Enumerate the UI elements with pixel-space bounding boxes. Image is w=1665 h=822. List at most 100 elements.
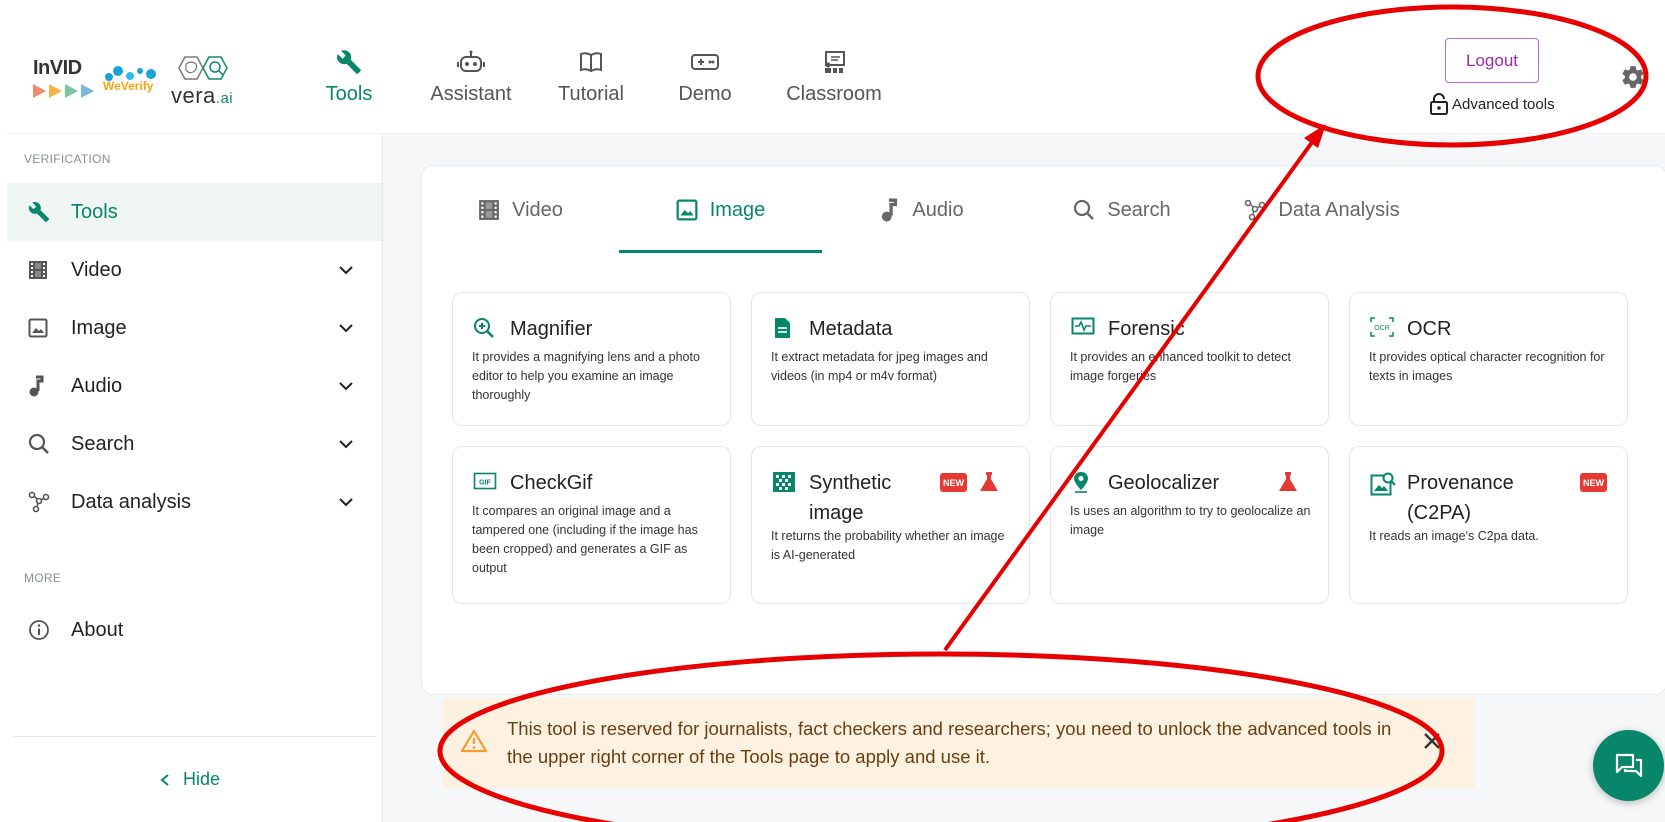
tab-video[interactable]: Video xyxy=(422,166,619,254)
tools-panel: Video Image Audio Search Data Analysis M… xyxy=(421,165,1665,695)
nav-tutorial-label: Tutorial xyxy=(558,83,624,105)
sidebar-item-label: Image xyxy=(71,316,127,339)
flask-icon xyxy=(1277,471,1299,498)
advanced-tools-link[interactable]: Advanced tools xyxy=(1429,93,1555,115)
tool-card-description: It extract metadata for jpeg images and … xyxy=(771,350,988,383)
tool-card-forensic[interactable]: Forensic It provides an enhanced toolkit… xyxy=(1050,292,1329,426)
music-note-icon xyxy=(7,375,59,397)
graph-icon xyxy=(7,491,59,513)
classroom-icon xyxy=(782,47,886,77)
sidebar-item-image[interactable]: Image xyxy=(7,299,382,357)
tool-card-ocr[interactable]: OCR OCR It provides optical character re… xyxy=(1349,292,1628,426)
nav-classroom-label: Classroom xyxy=(786,83,882,105)
image-icon xyxy=(7,318,59,338)
info-icon xyxy=(7,619,59,641)
advanced-tools-label: Advanced tools xyxy=(1452,95,1555,113)
new-badge: NEW xyxy=(940,473,967,492)
nav-tutorial[interactable]: Tutorial xyxy=(554,47,628,106)
music-note-icon xyxy=(882,198,898,222)
sidebar-item-tools[interactable]: Tools xyxy=(7,183,382,241)
tab-label: Audio xyxy=(912,198,964,221)
chevron-down-icon[interactable] xyxy=(338,493,354,516)
new-badge: NEW xyxy=(1580,473,1607,492)
active-tab-indicator xyxy=(619,250,822,253)
tab-audio[interactable]: Audio xyxy=(822,166,1022,254)
gear-icon[interactable] xyxy=(1620,64,1646,95)
nav-classroom[interactable]: Classroom xyxy=(782,47,886,106)
alert-message: This tool is reserved for journalists, f… xyxy=(507,718,1392,767)
tool-card-title: Geolocalizer xyxy=(1108,472,1220,494)
nav-demo-label: Demo xyxy=(678,83,732,105)
sidebar-item-label: Video xyxy=(71,258,122,281)
chevron-down-icon[interactable] xyxy=(338,377,354,400)
tab-label: Video xyxy=(512,198,563,221)
document-icon xyxy=(772,317,792,344)
chevron-down-icon[interactable] xyxy=(338,435,354,458)
image-icon xyxy=(676,199,698,221)
invid-logo: InVID xyxy=(33,57,82,79)
tool-card-description: It provides optical character recognitio… xyxy=(1369,350,1605,383)
chat-button[interactable] xyxy=(1593,730,1664,801)
sidebar-section-more: MORE xyxy=(24,571,62,585)
svg-text:OCR: OCR xyxy=(1374,325,1390,332)
logout-button[interactable]: Logout xyxy=(1445,38,1539,83)
svg-text:GIF: GIF xyxy=(479,480,491,487)
nav-demo[interactable]: Demo xyxy=(672,47,738,106)
robot-icon xyxy=(426,47,516,77)
tool-card-description: It compares an original image and a tamp… xyxy=(472,504,698,575)
gif-icon: GIF xyxy=(473,471,497,496)
tool-card-description: It reads an image's C2pa data. xyxy=(1369,529,1539,543)
hide-sidebar-button[interactable]: Hide xyxy=(159,769,220,790)
tool-card-geolocalizer[interactable]: Geolocalizer Is uses an algorithm to try… xyxy=(1050,446,1329,604)
zoom-icon xyxy=(473,317,495,344)
film-icon xyxy=(7,260,59,280)
chevron-down-icon[interactable] xyxy=(338,319,354,342)
nav-assistant[interactable]: Assistant xyxy=(426,47,516,106)
close-icon[interactable] xyxy=(1421,730,1443,757)
search-icon xyxy=(1074,199,1095,220)
search-icon xyxy=(7,433,59,455)
tool-card-description: It provides an enhanced toolkit to detec… xyxy=(1070,350,1291,383)
vera-logo: vera.ai xyxy=(171,83,233,109)
synthetic-icon xyxy=(772,471,796,498)
chevron-down-icon[interactable] xyxy=(338,261,354,284)
sidebar-item-video[interactable]: Video xyxy=(7,241,382,299)
wrench-icon xyxy=(7,201,59,223)
sidebar-divider xyxy=(14,736,375,737)
logo-group[interactable]: InVID WeVerify vera.ai xyxy=(33,55,243,111)
tab-label: Data Analysis xyxy=(1278,198,1400,221)
tool-card-title: OCR xyxy=(1407,318,1452,340)
tool-card-title: CheckGif xyxy=(510,472,593,494)
ocr-icon: OCR xyxy=(1370,317,1394,342)
tool-card-description: Is uses an algorithm to try to geolocali… xyxy=(1070,504,1311,537)
sidebar-item-audio[interactable]: Audio xyxy=(7,357,382,415)
tab-data-analysis[interactable]: Data Analysis xyxy=(1222,166,1422,254)
tab-search[interactable]: Search xyxy=(1022,166,1222,254)
tab-label: Search xyxy=(1107,198,1171,221)
sidebar-item-label: Search xyxy=(71,432,135,455)
hide-sidebar-label: Hide xyxy=(183,769,221,789)
nav-tools[interactable]: Tools xyxy=(312,47,386,106)
tool-card-title: Provenance (C2PA) xyxy=(1407,472,1514,524)
tool-card-provenance[interactable]: Provenance (C2PA) NEW It reads an image'… xyxy=(1349,446,1628,604)
tool-card-metadata[interactable]: Metadata It extract metadata for jpeg im… xyxy=(751,292,1030,426)
provenance-icon xyxy=(1370,471,1396,502)
weverify-logo: WeVerify xyxy=(103,79,154,93)
tab-image[interactable]: Image xyxy=(619,166,822,254)
tool-card-magnifier[interactable]: Magnifier It provides a magnifying lens … xyxy=(452,292,731,426)
sidebar: VERIFICATION Tools Video Image Audio Sea… xyxy=(7,135,383,822)
vera-logo-suffix: .ai xyxy=(215,90,234,107)
sidebar-item-about[interactable]: About xyxy=(7,601,382,659)
sidebar-item-data-analysis[interactable]: Data analysis xyxy=(7,473,382,531)
book-icon xyxy=(554,47,628,77)
tool-card-synthetic-image[interactable]: Synthetic image NEW It returns the proba… xyxy=(751,446,1030,604)
tool-card-title: Forensic xyxy=(1108,318,1185,340)
sidebar-section-verification: VERIFICATION xyxy=(24,152,111,166)
sidebar-item-search[interactable]: Search xyxy=(7,415,382,473)
nav-tools-label: Tools xyxy=(325,83,373,105)
main-content: Video Image Audio Search Data Analysis M… xyxy=(383,135,1665,822)
nav-assistant-label: Assistant xyxy=(430,83,512,105)
sidebar-item-label: About xyxy=(71,618,124,641)
tool-card-checkgif[interactable]: GIF CheckGif It compares an original ima… xyxy=(452,446,731,604)
vera-logo-text: vera xyxy=(171,83,216,108)
